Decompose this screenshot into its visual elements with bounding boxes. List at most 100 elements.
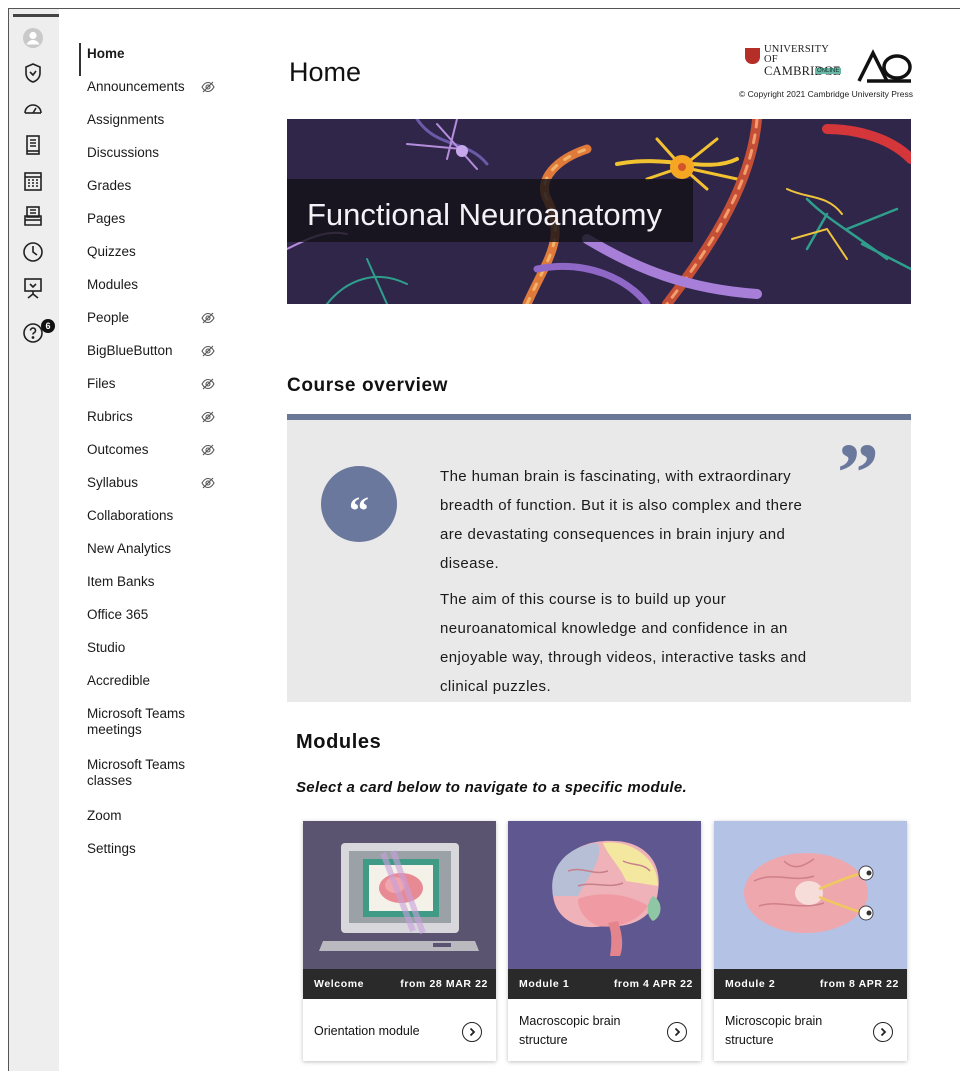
- dashboard-gauge-icon[interactable]: [22, 98, 44, 120]
- nav-item-settings[interactable]: Settings: [79, 838, 229, 871]
- card-tag: Welcome: [314, 978, 365, 990]
- canvas-page: 6 Home Announcements Assignments Discussion…: [8, 8, 960, 1071]
- admin-shield-icon[interactable]: [22, 62, 44, 84]
- course-nav: Home Announcements Assignments Discussions G…: [79, 43, 229, 871]
- nav-item-label: Microsoft Teams meetings: [87, 706, 186, 737]
- close-quote-icon: ”: [837, 427, 879, 520]
- nav-item-discussions[interactable]: Discussions: [79, 142, 229, 175]
- overview-text: The human brain is fascinating, with ext…: [440, 462, 810, 708]
- nav-item-label: Zoom: [87, 808, 122, 823]
- card-date: from 8 APR 22: [819, 978, 899, 990]
- nav-item-label: Quizzes: [87, 244, 136, 259]
- card-date: from 4 APR 22: [613, 978, 693, 990]
- module-card-microscopic[interactable]: Module 2 from 8 APR 22 Microscopic brain…: [714, 821, 907, 1061]
- nav-item-zoom[interactable]: Zoom: [79, 805, 229, 838]
- macroscopic-brain-image: [508, 821, 701, 969]
- nav-item-files[interactable]: Files: [79, 373, 229, 406]
- nav-item-assignments[interactable]: Assignments: [79, 109, 229, 142]
- nav-item-modules[interactable]: Modules: [79, 274, 229, 307]
- nav-item-label: Studio: [87, 640, 126, 655]
- hidden-eye-icon: [201, 378, 215, 390]
- university-online-label: ONLINE: [815, 68, 842, 74]
- nav-item-label: Home: [87, 46, 125, 61]
- help-notification-badge: 6: [41, 319, 55, 333]
- nav-item-syllabus[interactable]: Syllabus: [79, 472, 229, 505]
- course-banner: Functional Neuroanatomy: [287, 119, 911, 304]
- nav-item-label: Assignments: [87, 112, 165, 127]
- nav-item-bigbluebutton[interactable]: BigBlueButton: [79, 340, 229, 373]
- nav-item-rubrics[interactable]: Rubrics: [79, 406, 229, 439]
- module-card-macroscopic[interactable]: Module 1 from 4 APR 22 Macroscopic brain…: [508, 821, 701, 1061]
- nav-item-label: Rubrics: [87, 409, 133, 424]
- nav-item-item-banks[interactable]: Item Banks: [79, 571, 229, 604]
- nav-item-label: BigBlueButton: [87, 343, 173, 358]
- hidden-eye-icon: [201, 81, 215, 93]
- nav-item-label: Collaborations: [87, 508, 174, 523]
- chevron-right-icon[interactable]: [462, 1022, 482, 1042]
- nav-item-microsoft-teams-classes[interactable]: Microsoft Teams classes: [79, 754, 229, 805]
- nav-item-label: Discussions: [87, 145, 160, 160]
- page-title: Home: [289, 57, 362, 87]
- nav-item-pages[interactable]: Pages: [79, 208, 229, 241]
- nav-item-label: People: [87, 310, 130, 325]
- card-tag: Module 1: [519, 978, 570, 990]
- nav-item-label: Settings: [87, 841, 136, 856]
- nav-item-label: Pages: [87, 211, 126, 226]
- hidden-eye-icon: [201, 444, 215, 456]
- rail-active-indicator: [13, 14, 59, 17]
- module-card-orientation[interactable]: Welcome from 28 MAR 22 Orientation modul…: [303, 821, 496, 1061]
- nav-item-label: Item Banks: [87, 574, 155, 589]
- nav-item-accredible[interactable]: Accredible: [79, 670, 229, 703]
- nav-item-outcomes[interactable]: Outcomes: [79, 439, 229, 472]
- cambridge-logo: UNIVERSITY OF CAMBRIDGE ONLINE: [745, 44, 843, 81]
- card-title: Orientation module: [314, 1023, 420, 1038]
- nav-item-announcements[interactable]: Announcements: [79, 76, 229, 109]
- nav-item-label: New Analytics: [87, 541, 172, 556]
- copyright-text: © Copyright 2021 Cambridge University Pr…: [739, 89, 913, 99]
- ao-logo-icon: [857, 49, 913, 83]
- nav-item-quizzes[interactable]: Quizzes: [79, 241, 229, 274]
- card-title: Macroscopic brain structure: [519, 1014, 621, 1047]
- nav-item-label: Grades: [87, 178, 132, 193]
- hidden-eye-icon: [201, 477, 215, 489]
- chevron-right-icon[interactable]: [873, 1022, 893, 1042]
- inbox-icon[interactable]: [22, 205, 44, 227]
- card-strip: Module 1 from 4 APR 22: [508, 969, 701, 999]
- nav-item-office-365[interactable]: Office 365: [79, 604, 229, 637]
- card-tag: Module 2: [725, 978, 776, 990]
- university-line1: UNIVERSITY OF: [764, 44, 829, 65]
- overview-heading: Course overview: [287, 375, 449, 396]
- hidden-eye-icon: [201, 345, 215, 357]
- modules-heading: Modules: [296, 731, 382, 753]
- avatar-icon[interactable]: [22, 27, 44, 49]
- nav-item-new-analytics[interactable]: New Analytics: [79, 538, 229, 571]
- nav-item-label: Syllabus: [87, 475, 139, 490]
- chevron-right-icon[interactable]: [667, 1022, 687, 1042]
- nav-item-grades[interactable]: Grades: [79, 175, 229, 208]
- nav-item-people[interactable]: People: [79, 307, 229, 340]
- banner-title: Functional Neuroanatomy: [307, 197, 662, 232]
- card-date: from 28 MAR 22: [400, 978, 488, 990]
- nav-item-label: Files: [87, 376, 116, 391]
- card-strip: Welcome from 28 MAR 22: [303, 969, 496, 999]
- hidden-eye-icon: [201, 411, 215, 423]
- studio-presentation-icon[interactable]: [22, 277, 44, 299]
- card-title: Microscopic brain structure: [725, 1014, 823, 1047]
- nav-item-label: Announcements: [87, 79, 185, 94]
- nav-item-home[interactable]: Home: [79, 43, 229, 76]
- open-quote-icon: “: [321, 466, 397, 542]
- nav-item-microsoft-teams-meetings[interactable]: Microsoft Teams meetings: [79, 703, 229, 754]
- courses-book-icon[interactable]: [22, 134, 44, 156]
- global-nav: 6: [9, 9, 59, 1071]
- nav-item-collaborations[interactable]: Collaborations: [79, 505, 229, 538]
- laptop-brain-image: [303, 821, 496, 969]
- calendar-icon[interactable]: [22, 170, 44, 192]
- modules-subtitle: Select a card below to navigate to a spe…: [296, 779, 688, 796]
- cambridge-shield-icon: [745, 48, 760, 64]
- nav-item-label: Accredible: [87, 673, 151, 688]
- nav-item-label: Outcomes: [87, 442, 149, 457]
- nav-item-label: Modules: [87, 277, 139, 292]
- nav-item-studio[interactable]: Studio: [79, 637, 229, 670]
- overview-paragraph: The human brain is fascinating, with ext…: [440, 468, 803, 572]
- history-clock-icon[interactable]: [22, 241, 44, 263]
